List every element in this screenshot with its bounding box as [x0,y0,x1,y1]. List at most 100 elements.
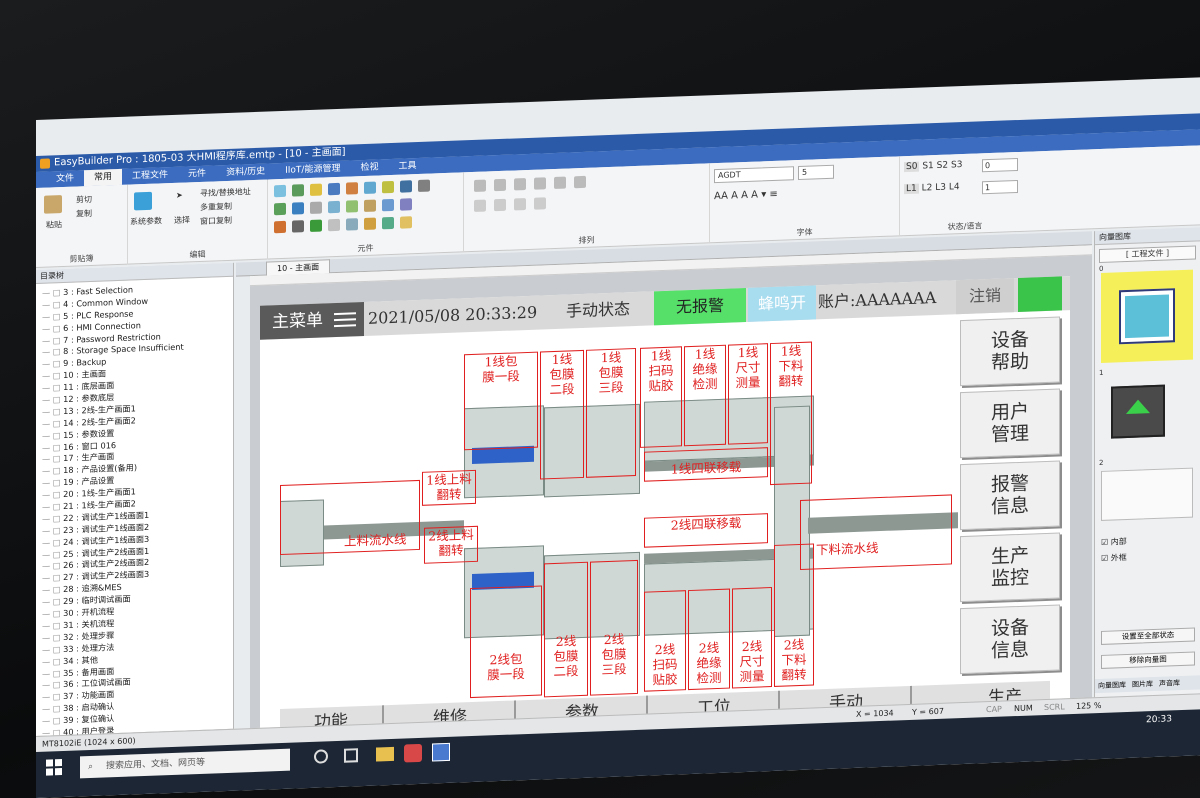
arrow-icon[interactable] [400,180,412,193]
font-size-select[interactable]: 5 [798,164,834,181]
send-back-icon[interactable] [534,197,546,210]
tab-vector-library[interactable]: 向量图库 [1098,678,1126,693]
state-buttons[interactable]: S0 S1 S2 S3 [904,160,962,173]
station-line2-unload[interactable]: 2线 下料 翻转 [774,543,814,687]
bell-icon[interactable] [364,217,376,230]
station-line1-wrap2[interactable]: 1线 包膜 二段 [540,349,584,480]
station-line1-measure[interactable]: 1线 尺寸 测量 [728,343,768,445]
folder-icon[interactable] [382,216,394,230]
station-line2-wrap2[interactable]: 2线 包膜 二段 [544,561,588,698]
station-line1-wrap1[interactable]: 1线包 膜一段 [464,351,538,451]
lang-l4[interactable]: L4 [949,182,960,192]
device-help-button[interactable]: 设备 帮助 [960,316,1060,387]
ungroup-icon[interactable] [494,198,506,212]
vector-button-green[interactable] [1111,384,1165,439]
vector-frame-plain[interactable] [1101,467,1193,521]
remove-vector-button[interactable]: 移除向量图 [1101,651,1195,669]
circle-icon[interactable] [346,200,358,213]
station-line2-measure[interactable]: 2线 尺寸 测量 [732,587,772,689]
file-explorer-icon[interactable] [376,746,394,762]
lang-l3[interactable]: L3 [935,183,946,193]
buzzer-toggle[interactable]: 蜂鸣开 [748,285,816,322]
state-s0[interactable]: S0 [904,161,920,173]
font-name-select[interactable]: AGDT [714,166,794,184]
lang-value-spin[interactable]: 1 [982,179,1018,195]
set-all-states-button[interactable]: 设置至全部状态 [1101,627,1195,645]
state-s2[interactable]: S2 [937,161,948,171]
alarm-status[interactable]: 无报警 [654,287,746,326]
project-files-select[interactable]: [ 工程文件 ] [1099,245,1196,264]
keypad-icon[interactable] [346,218,358,231]
bring-front-icon[interactable] [514,198,526,211]
editor-canvas[interactable]: 主菜单 2021/05/08 20:33:29 手动状态 无报警 蜂鸣开 账户:… [250,255,1092,743]
alarm-info-button[interactable]: 报警 信息 [960,460,1060,531]
cut-button[interactable]: 剪切 [76,194,92,206]
align-bottom-icon[interactable] [574,175,586,189]
station-line1-wrap3[interactable]: 1线 包膜 三段 [586,347,636,478]
line2-transfer-box[interactable]: 2线四联移载 [644,513,768,548]
find-replace-button[interactable]: 寻找/替换地址 [200,186,251,199]
hand-icon[interactable] [400,216,412,229]
multi-copy-button[interactable]: 多重复制 [200,201,232,213]
arc-icon[interactable] [364,199,376,212]
menu-home[interactable]: 常用 [84,168,123,187]
font-a-icon[interactable] [292,220,304,233]
cursor-icon[interactable] [274,220,286,234]
clock[interactable]: 20:33 [1146,714,1172,725]
user-management-button[interactable]: 用户 管理 [960,388,1060,459]
picture-icon[interactable] [346,182,358,195]
select-button[interactable]: ➤ [176,191,183,200]
align-center-icon[interactable] [494,178,506,192]
line1-transfer-box[interactable]: 1线四联移载 [644,447,768,482]
group-icon[interactable] [474,199,486,212]
text-icon[interactable] [274,202,286,216]
station-line2-wrap3[interactable]: 2线 包膜 三段 [590,559,638,696]
copy-button[interactable]: 复制 [76,208,92,220]
station-line2-wrap1[interactable]: 2线包 膜一段 [470,585,542,699]
lang-l1[interactable]: L1 [904,183,919,195]
outer-checkbox[interactable]: ☑ 外框 [1101,552,1127,564]
table-icon[interactable] [418,179,430,192]
easybuilder-taskbar-icon[interactable] [432,742,450,762]
task-view-icon[interactable] [344,748,358,763]
menu-tools[interactable]: 工具 [388,158,426,175]
lang-buttons[interactable]: L1 L2 L3 L4 [904,182,960,195]
align-middle-icon[interactable] [554,176,566,190]
production-monitor-button[interactable]: 生产 监控 [960,532,1060,603]
station-line1-scan[interactable]: 1线 扫码 贴胶 [640,346,682,448]
switch-icon[interactable] [310,183,322,196]
line1-flip-box[interactable]: 1线上料 翻转 [422,469,476,506]
station-line1-unload[interactable]: 1线 下料 翻转 [770,341,812,486]
polygon-icon[interactable] [382,198,394,212]
menu-file[interactable]: 文件 [46,170,84,187]
app-taskbar-icon[interactable] [404,743,422,763]
taskbar-search[interactable]: ⌕ 搜索应用、文档、网页等 [80,748,290,779]
word-lamp-icon[interactable] [292,184,304,197]
font-style-buttons[interactable]: AA A A A ▾ ≡ [714,189,778,202]
numeric-icon[interactable] [382,180,394,194]
station-line2-scan[interactable]: 2线 扫码 贴胶 [644,590,686,692]
line-icon[interactable] [310,201,322,214]
device-info-button[interactable]: 设备 信息 [960,604,1060,675]
station-line2-insulation[interactable]: 2线 绝缘 检测 [688,588,730,691]
align-left-icon[interactable] [474,179,486,192]
station-line1-insulation[interactable]: 1线 绝缘 检测 [684,344,726,447]
function-key-icon[interactable] [328,182,340,196]
chart-icon[interactable] [364,181,376,194]
state-s1[interactable]: S1 [922,161,933,171]
star-icon[interactable] [400,198,412,211]
cortana-icon[interactable] [314,749,328,764]
state-value-spin[interactable]: 0 [982,157,1018,173]
state-s3[interactable]: S3 [951,160,962,170]
system-params-button[interactable] [134,191,155,211]
menu-view[interactable]: 检视 [350,159,388,176]
lang-l2[interactable]: L2 [922,183,933,193]
menu-object[interactable]: 元件 [178,165,216,182]
inner-checkbox[interactable]: ☑ 内部 [1101,536,1127,548]
window-copy-button[interactable]: 窗口复制 [200,215,232,227]
vector-frame-yellow[interactable] [1101,269,1193,363]
tab-sound-library[interactable]: 声音库 [1159,676,1180,691]
outfeed-line-box[interactable] [800,494,952,570]
start-icon[interactable] [46,759,62,776]
meter-icon[interactable] [292,202,304,215]
